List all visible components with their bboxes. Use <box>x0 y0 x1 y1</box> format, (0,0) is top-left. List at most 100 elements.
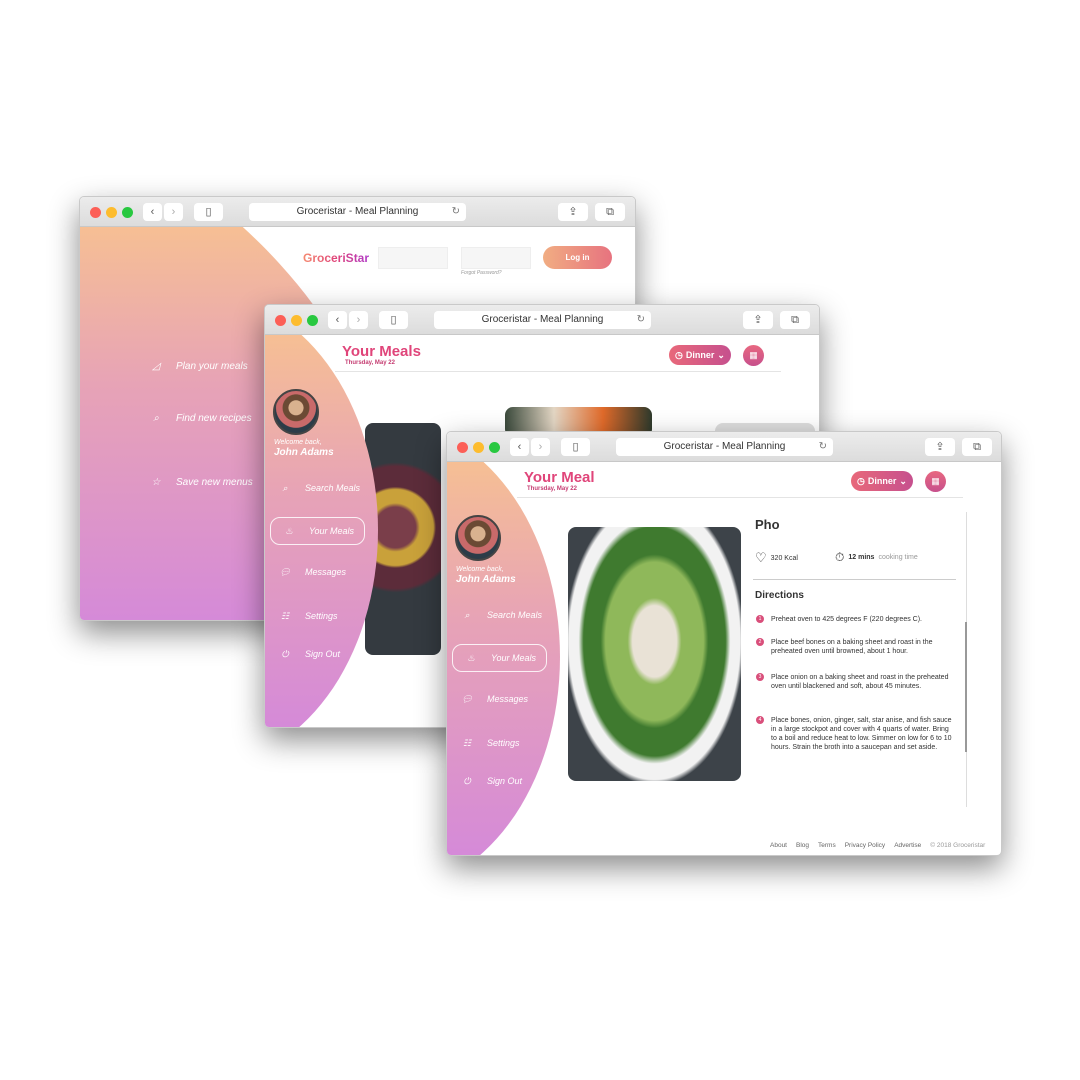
feature-save: ☆ Save new menus <box>146 472 253 492</box>
sidebar-item-your-meals[interactable]: ♨ Your Meals <box>270 517 365 545</box>
login-button[interactable]: Log in <box>543 246 612 269</box>
clock-icon: ◷ <box>857 475 865 486</box>
page-title: Your Meals <box>342 343 421 360</box>
share-icon[interactable]: ⇪ <box>558 203 588 221</box>
nav-label: Your Meals <box>309 526 355 536</box>
step-text: Place onion on a baking sheet and roast … <box>771 674 949 690</box>
page-title-text: Groceristar - Meal Planning <box>481 314 604 325</box>
calendar-button[interactable]: ▦ <box>743 345 764 366</box>
cooking-time: ⏱ 12 mins cooking time <box>835 550 918 565</box>
copyright: © 2018 Groceristar <box>930 842 986 849</box>
back-button[interactable]: ‹ <box>328 311 347 329</box>
sidebar-item-sign-out[interactable]: ⏻ Sign Out <box>275 644 340 664</box>
feature-label: Plan your meals <box>176 360 248 372</box>
minimize-button[interactable] <box>106 207 117 218</box>
forward-button[interactable]: › <box>164 203 183 221</box>
feature-plan: ◿ Plan your meals <box>146 356 248 376</box>
step-text: Place bones, onion, ginger, salt, star a… <box>771 717 952 751</box>
address-bar[interactable]: Groceristar - Meal Planning ↻ <box>434 311 651 329</box>
calendar-button[interactable]: ▦ <box>925 471 946 492</box>
sidebar-toggle-icon[interactable]: ▯ <box>561 438 590 456</box>
chat-bubble-icon: 💬︎ <box>461 693 473 704</box>
tabs-icon[interactable]: ⧉ <box>962 438 992 456</box>
zoom-button[interactable] <box>307 315 318 326</box>
step-number: 2 <box>756 638 764 646</box>
sidebar-item-your-meals[interactable]: ♨ Your Meals <box>452 644 547 672</box>
address-bar[interactable]: Groceristar - Meal Planning ↻ <box>616 438 833 456</box>
meal-detail-window: ‹ › ▯ Groceristar - Meal Planning ↻ ⇪ ⧉ Y… <box>446 431 1002 856</box>
dropdown-value: Dinner <box>867 476 897 486</box>
sidebar-item-messages[interactable]: 💬︎ Messages <box>275 562 346 582</box>
footer-link-advertise[interactable]: Advertise <box>894 842 921 849</box>
zoom-button[interactable] <box>489 442 500 453</box>
forgot-password-link[interactable]: Forgot Password? <box>461 270 502 276</box>
power-icon: ⏻ <box>281 648 289 659</box>
search-icon: ⌕ <box>282 482 288 493</box>
zoom-button[interactable] <box>122 207 133 218</box>
footer-link-about[interactable]: About <box>770 842 787 849</box>
avatar[interactable] <box>455 515 501 561</box>
search-icon: ⌕ <box>153 412 159 424</box>
address-bar[interactable]: Groceristar - Meal Planning ↻ <box>249 203 466 221</box>
scrollbar-thumb[interactable] <box>965 622 967 752</box>
close-button[interactable] <box>457 442 468 453</box>
avatar[interactable] <box>273 389 319 435</box>
cupcake-icon: ♨ <box>284 525 294 536</box>
nav-label: Messages <box>305 567 347 577</box>
password-input[interactable] <box>461 247 531 269</box>
back-button[interactable]: ‹ <box>510 438 529 456</box>
username-input[interactable] <box>378 247 448 269</box>
sidebar-item-messages[interactable]: 💬︎ Messages <box>457 689 528 709</box>
sidebar-item-settings[interactable]: ☷ Settings <box>275 606 338 626</box>
heart-icon: ♡ <box>755 550 767 565</box>
nav-label: Messages <box>487 694 529 704</box>
share-icon[interactable]: ⇪ <box>925 438 955 456</box>
pizza-icon: ◿ <box>152 360 160 372</box>
minimize-button[interactable] <box>473 442 484 453</box>
title-bar: ‹ › ▯ Groceristar - Meal Planning ↻ ⇪ ⧉ <box>80 197 635 227</box>
step-number: 1 <box>756 615 764 623</box>
chevron-down-icon: ⌄ <box>899 475 907 486</box>
sidebar-toggle-icon[interactable]: ▯ <box>379 311 408 329</box>
sidebar-item-search-meals[interactable]: ⌕ Search Meals <box>457 605 542 625</box>
sidebar-item-search-meals[interactable]: ⌕ Search Meals <box>275 478 360 498</box>
minimize-button[interactable] <box>291 315 302 326</box>
calories: ♡ 320 Kcal <box>755 550 798 566</box>
header-divider <box>517 497 963 498</box>
tabs-icon[interactable]: ⧉ <box>595 203 625 221</box>
share-icon[interactable]: ⇪ <box>743 311 773 329</box>
stopwatch-icon: ⏱ <box>835 550 845 564</box>
page-title: Your Meal <box>524 469 595 486</box>
reload-icon[interactable]: ↻ <box>637 311 645 329</box>
recipe-image <box>568 527 741 781</box>
forward-button[interactable]: › <box>531 438 550 456</box>
page-date: Thursday, May 22 <box>345 360 395 366</box>
nav-label: Sign Out <box>305 649 341 659</box>
sliders-icon: ☷ <box>462 737 472 748</box>
sidebar-item-settings[interactable]: ☷ Settings <box>457 733 520 753</box>
user-name: John Adams <box>274 447 334 458</box>
page-date: Thursday, May 22 <box>527 486 577 492</box>
direction-step: 4 Place bones, onion, ginger, salt, star … <box>756 716 956 752</box>
back-button[interactable]: ‹ <box>143 203 162 221</box>
nav-label: Your Meals <box>491 653 537 663</box>
meal-type-dropdown[interactable]: ◷ Dinner ⌄ <box>851 471 913 491</box>
meal-type-dropdown[interactable]: ◷ Dinner ⌄ <box>669 345 731 365</box>
reload-icon[interactable]: ↻ <box>452 203 460 221</box>
nav-label: Settings <box>487 738 520 748</box>
close-button[interactable] <box>90 207 101 218</box>
sidebar-item-sign-out[interactable]: ⏻ Sign Out <box>457 771 522 791</box>
footer-link-terms[interactable]: Terms <box>818 842 836 849</box>
reload-icon[interactable]: ↻ <box>819 438 827 456</box>
recipe-name: Pho <box>755 517 780 532</box>
forward-button[interactable]: › <box>349 311 368 329</box>
close-button[interactable] <box>275 315 286 326</box>
time-label: cooking time <box>878 554 918 561</box>
nav-label: Sign Out <box>487 776 523 786</box>
nav-label: Search Meals <box>305 483 361 493</box>
sliders-icon: ☷ <box>280 610 290 621</box>
sidebar-toggle-icon[interactable]: ▯ <box>194 203 223 221</box>
footer-link-privacy[interactable]: Privacy Policy <box>845 842 885 849</box>
footer-link-blog[interactable]: Blog <box>796 842 809 849</box>
tabs-icon[interactable]: ⧉ <box>780 311 810 329</box>
